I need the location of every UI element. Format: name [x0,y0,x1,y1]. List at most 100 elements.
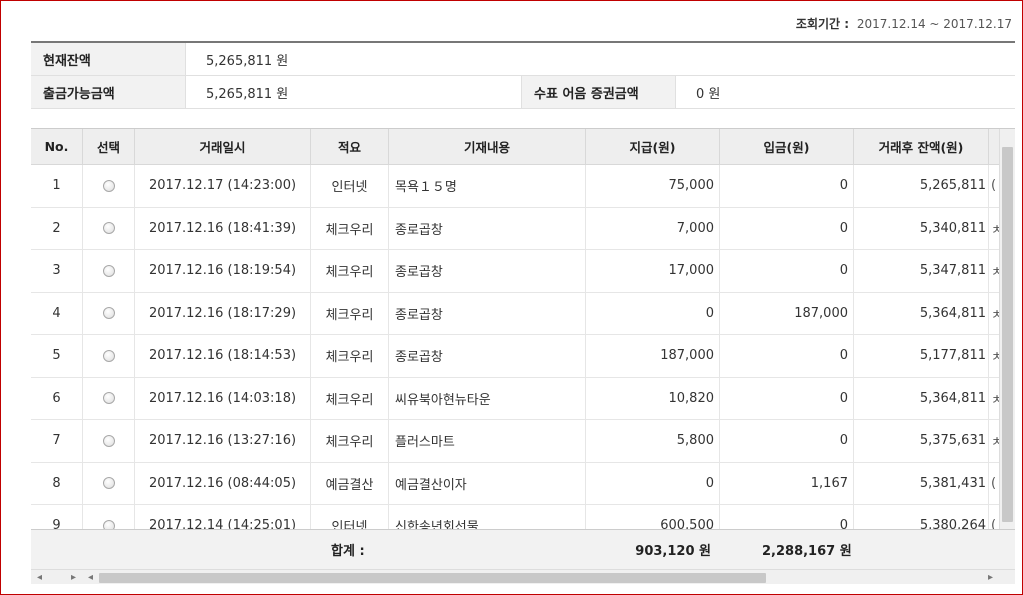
row-description: 목욕１５명 [389,165,586,207]
table-row[interactable]: 3 2017.12.16 (18:19:54) 체크우리 종로곱창 17,000… [31,250,999,293]
row-withdrawal: 187,000 [586,335,720,377]
row-select [83,505,135,529]
summary-row-withdrawable: 출금가능금액 5,265,811 원 수표 어음 증권금액 0 원 [31,76,1015,109]
row-description: 예금결산이자 [389,462,586,504]
row-deposit: 0 [720,335,854,377]
scroll-right-small-icon[interactable]: ▸ [71,571,76,584]
row-type: 체크우리 [311,250,389,292]
col-header-datetime[interactable]: 거래일시 [135,129,311,164]
table-footer-totals: 합계 : 903,120 원 2,288,167 원 [31,529,1015,569]
table-row[interactable]: 5 2017.12.16 (18:14:53) 체크우리 종로곱창 187,00… [31,335,999,378]
row-datetime: 2017.12.16 (18:41:39) [135,207,311,249]
table-row[interactable]: 6 2017.12.16 (14:03:18) 체크우리 씨유북아현뉴타운 10… [31,377,999,420]
scroll-left-small-icon[interactable]: ◂ [88,571,93,584]
horizontal-scroll-thumb[interactable] [99,573,766,583]
row-select [83,250,135,292]
row-balance: 5,381,431 [854,462,989,504]
col-header-select[interactable]: 선택 [83,129,135,164]
row-balance: 5,265,811 [854,165,989,207]
row-withdrawal: 7,000 [586,207,720,249]
withdrawable-label: 출금가능금액 [31,76,186,108]
row-extra: ㅊ [989,420,999,462]
row-no: 7 [31,420,83,462]
row-withdrawal: 5,800 [586,420,720,462]
row-select [83,335,135,377]
row-withdrawal: 75,000 [586,165,720,207]
totals-label: 합계 : [331,544,365,559]
row-type: 예금결산 [311,462,389,504]
row-type: 체크우리 [311,377,389,419]
row-description: 신한송년회선물 [389,505,586,529]
table-row[interactable]: 9 2017.12.14 (14:25:01) 인터넷 신한송년회선물 600,… [31,505,999,529]
row-radio[interactable] [102,477,115,490]
col-header-description[interactable]: 기재내용 [389,129,586,164]
row-deposit: 0 [720,165,854,207]
row-no: 2 [31,207,83,249]
table-row[interactable]: 1 2017.12.17 (14:23:00) 인터넷 목욕１５명 75,000… [31,165,999,208]
row-balance: 5,364,811 [854,377,989,419]
row-extra: ㅊ [989,378,999,420]
row-radio[interactable] [102,222,115,235]
row-extra: ( [991,475,997,491]
current-balance-label: 현재잔액 [31,43,186,75]
row-balance: 5,347,811 [854,250,989,292]
query-period-value: 2017.12.14 ~ 2017.12.17 [856,17,1012,31]
row-type: 체크우리 [311,292,389,334]
row-radio[interactable] [102,349,115,362]
col-header-withdrawal[interactable]: 지급(원) [586,129,720,164]
row-description: 플러스마트 [389,420,586,462]
row-radio[interactable] [102,392,115,405]
row-datetime: 2017.12.16 (08:44:05) [135,462,311,504]
row-select [83,377,135,419]
check-amount-value: 0 원 [696,86,721,102]
vertical-scrollbar[interactable] [999,129,1015,529]
row-description: 씨유북아현뉴타운 [389,377,586,419]
transaction-table: No. 선택 거래일시 적요 기재내용 지급(원) 입금(원) 거래후 잔액(원… [31,128,1015,584]
row-no: 3 [31,250,83,292]
row-radio[interactable] [102,264,115,277]
row-radio[interactable] [102,434,115,447]
row-balance: 5,340,811 [854,207,989,249]
row-datetime: 2017.12.16 (13:27:16) [135,420,311,462]
scroll-right-icon[interactable]: ▸ [988,571,993,584]
row-no: 1 [31,165,83,207]
row-radio[interactable] [102,519,115,529]
row-type: 체크우리 [311,335,389,377]
row-no: 6 [31,377,83,419]
horizontal-scrollbar[interactable]: ◂ ▸ ◂ ▸ [31,569,1015,584]
table-row[interactable]: 7 2017.12.16 (13:27:16) 체크우리 플러스마트 5,800… [31,420,999,463]
row-deposit: 1,167 [720,462,854,504]
col-header-balance[interactable]: 거래후 잔액(원) [854,129,989,164]
total-withdrawal: 903,120 원 [635,544,711,559]
row-datetime: 2017.12.16 (18:17:29) [135,292,311,334]
query-period-label: 조회기간 : [795,17,850,31]
balance-summary: 현재잔액 5,265,811 원 출금가능금액 5,265,811 원 수표 어… [31,41,1015,109]
row-radio[interactable] [102,179,115,192]
row-type: 인터넷 [311,165,389,207]
row-select [83,165,135,207]
scroll-left-icon[interactable]: ◂ [37,571,42,584]
row-radio[interactable] [102,307,115,320]
row-withdrawal: 10,820 [586,377,720,419]
row-extra: ( [991,178,997,194]
vertical-scroll-thumb[interactable] [1002,147,1013,522]
table-row[interactable]: 4 2017.12.16 (18:17:29) 체크우리 종로곱창 0 187,… [31,292,999,335]
row-no: 9 [31,505,83,529]
table-body: 1 2017.12.17 (14:23:00) 인터넷 목욕１５명 75,000… [31,165,999,529]
row-withdrawal: 600,500 [586,505,720,529]
total-deposit: 2,288,167 원 [762,544,852,559]
col-header-no[interactable]: No. [31,129,83,164]
row-select [83,420,135,462]
row-select [83,462,135,504]
row-description: 종로곱창 [389,207,586,249]
table-row[interactable]: 8 2017.12.16 (08:44:05) 예금결산 예금결산이자 0 1,… [31,462,999,505]
window-frame: 조회기간 : 2017.12.14 ~ 2017.12.17 현재잔액 5,26… [0,0,1023,595]
summary-row-current: 현재잔액 5,265,811 원 [31,43,1015,76]
row-description: 종로곱창 [389,250,586,292]
col-header-type[interactable]: 적요 [311,129,389,164]
col-header-deposit[interactable]: 입금(원) [720,129,854,164]
table-row[interactable]: 2 2017.12.16 (18:41:39) 체크우리 종로곱창 7,000 … [31,207,999,250]
row-type: 인터넷 [311,505,389,529]
row-extra: ( [991,518,997,529]
current-balance-value: 5,265,811 원 [206,53,289,69]
